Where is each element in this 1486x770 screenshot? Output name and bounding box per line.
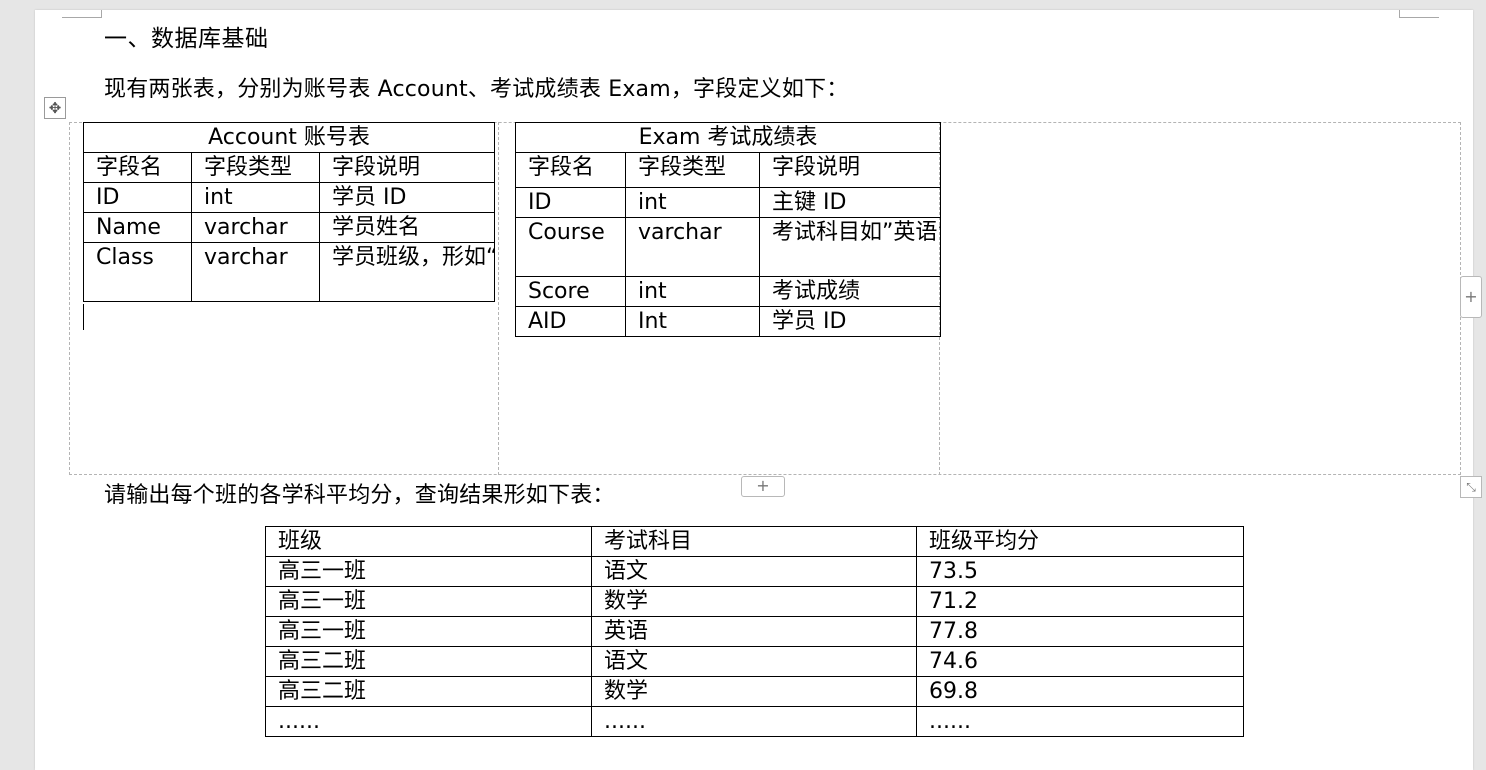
table-cell[interactable]: ...... <box>591 706 917 737</box>
table-row: Score int 考试成绩 <box>515 276 942 307</box>
exam-table[interactable]: Exam 考试成绩表 字段名 字段类型 字段说明 ID int 主键 ID Co… <box>514 122 942 337</box>
table-cell[interactable]: int <box>625 187 760 218</box>
account-table[interactable]: Account 账号表 字段名 字段类型 字段说明 ID int 学员 ID N… <box>82 122 496 302</box>
table-header-row: 字段名 字段类型 字段说明 <box>515 152 942 188</box>
table-cell[interactable]: 73.5 <box>916 556 1244 587</box>
margin-corner-mark <box>1399 10 1400 17</box>
header-cell[interactable]: 班级 <box>265 526 592 557</box>
table-row: 高三一班 英语 77.8 <box>265 616 1244 647</box>
header-cell[interactable]: 字段说明 <box>758 152 942 188</box>
layout-table-column-divider <box>498 122 499 475</box>
table-resize-icon[interactable]: ⤡ <box>1460 476 1482 498</box>
table-cell[interactable]: 高三一班 <box>265 616 592 647</box>
table-cell[interactable]: int <box>191 182 320 213</box>
table-cell[interactable]: 学员姓名 <box>318 212 496 243</box>
table-cell[interactable]: AID <box>515 306 626 337</box>
table-cell[interactable]: 学员 ID <box>758 306 942 337</box>
table-cell[interactable]: 高三一班 <box>265 586 592 617</box>
table-cell[interactable]: 考试科目如”英语” <box>758 217 942 277</box>
table-cell[interactable]: varchar <box>625 217 760 277</box>
table-cell[interactable]: 英语 <box>591 616 917 647</box>
table-row: ID int 主键 ID <box>515 187 942 218</box>
table-row: ID int 学员 ID <box>83 182 496 213</box>
table-cell[interactable]: 69.8 <box>916 676 1244 707</box>
header-cell[interactable]: 字段类型 <box>191 152 320 183</box>
add-column-button[interactable]: + <box>1460 276 1482 318</box>
account-table-title[interactable]: Account 账号表 <box>82 122 496 153</box>
table-cell[interactable]: Name <box>83 212 192 243</box>
result-table[interactable]: 班级 考试科目 班级平均分 高三一班 语文 73.5 高三一班 数学 71.2 … <box>265 526 1244 737</box>
table-row: 高三一班 数学 71.2 <box>265 586 1244 617</box>
add-row-button[interactable]: + <box>741 476 785 497</box>
table-cell[interactable]: 高三二班 <box>265 646 592 677</box>
table-title-row: Account 账号表 <box>82 122 496 153</box>
table-cell[interactable]: ID <box>83 182 192 213</box>
table-row: AID Int 学员 ID <box>515 306 942 337</box>
table-header-row: 班级 考试科目 班级平均分 <box>265 526 1244 557</box>
table-cell[interactable]: ID <box>515 187 626 218</box>
margin-corner-mark <box>1399 16 1439 18</box>
table-cell[interactable]: 考试成绩 <box>758 276 942 307</box>
header-cell[interactable]: 班级平均分 <box>916 526 1244 557</box>
table-title-row: Exam 考试成绩表 <box>514 122 942 153</box>
table-row: 高三二班 数学 69.8 <box>265 676 1244 707</box>
table-cell[interactable]: Course <box>515 217 626 277</box>
table-row: 高三一班 语文 73.5 <box>265 556 1244 587</box>
header-cell[interactable]: 字段名 <box>83 152 192 183</box>
table-move-icon[interactable]: ✥ <box>44 97 66 119</box>
table-row: Class varchar 学员班级，形如“高三一班” <box>83 242 496 302</box>
table-cell[interactable]: int <box>625 276 760 307</box>
table-row: Name varchar 学员姓名 <box>83 212 496 243</box>
table-cell[interactable]: 学员 ID <box>318 182 496 213</box>
table-cell[interactable]: 77.8 <box>916 616 1244 647</box>
exam-table-title[interactable]: Exam 考试成绩表 <box>514 122 942 153</box>
table-cell[interactable]: 数学 <box>591 586 917 617</box>
table-row: Course varchar 考试科目如”英语” <box>515 217 942 277</box>
table-cell[interactable]: 高三二班 <box>265 676 592 707</box>
header-cell[interactable]: 考试科目 <box>591 526 917 557</box>
margin-corner-mark <box>101 10 102 17</box>
header-cell[interactable]: 字段说明 <box>318 152 496 183</box>
table-cell[interactable]: Int <box>625 306 760 337</box>
table-cell[interactable]: 数学 <box>591 676 917 707</box>
text-cursor <box>83 304 84 330</box>
section-heading[interactable]: 一、数据库基础 <box>104 19 269 53</box>
table-cell[interactable]: ...... <box>265 706 592 737</box>
table-cell[interactable]: Score <box>515 276 626 307</box>
query-paragraph[interactable]: 请输出每个班的各学科平均分，查询结果形如下表： <box>104 477 615 509</box>
table-cell[interactable]: 71.2 <box>916 586 1244 617</box>
table-cell[interactable]: 语文 <box>591 646 917 677</box>
intro-paragraph[interactable]: 现有两张表，分别为账号表 Account、考试成绩表 Exam，字段定义如下： <box>104 71 848 103</box>
table-cell[interactable]: 主键 ID <box>758 187 942 218</box>
header-cell[interactable]: 字段名 <box>515 152 626 188</box>
table-cell[interactable]: 高三一班 <box>265 556 592 587</box>
table-cell[interactable]: 学员班级，形如“高三一班” <box>318 242 496 302</box>
table-cell[interactable]: 语文 <box>591 556 917 587</box>
table-cell[interactable]: varchar <box>191 242 320 302</box>
header-cell[interactable]: 字段类型 <box>625 152 760 188</box>
table-row: ...... ...... ...... <box>265 706 1244 737</box>
table-cell[interactable]: ...... <box>916 706 1244 737</box>
table-cell[interactable]: 74.6 <box>916 646 1244 677</box>
table-row: 高三二班 语文 74.6 <box>265 646 1244 677</box>
table-header-row: 字段名 字段类型 字段说明 <box>83 152 496 183</box>
margin-corner-mark <box>62 16 102 18</box>
table-cell[interactable]: Class <box>83 242 192 302</box>
table-cell[interactable]: varchar <box>191 212 320 243</box>
